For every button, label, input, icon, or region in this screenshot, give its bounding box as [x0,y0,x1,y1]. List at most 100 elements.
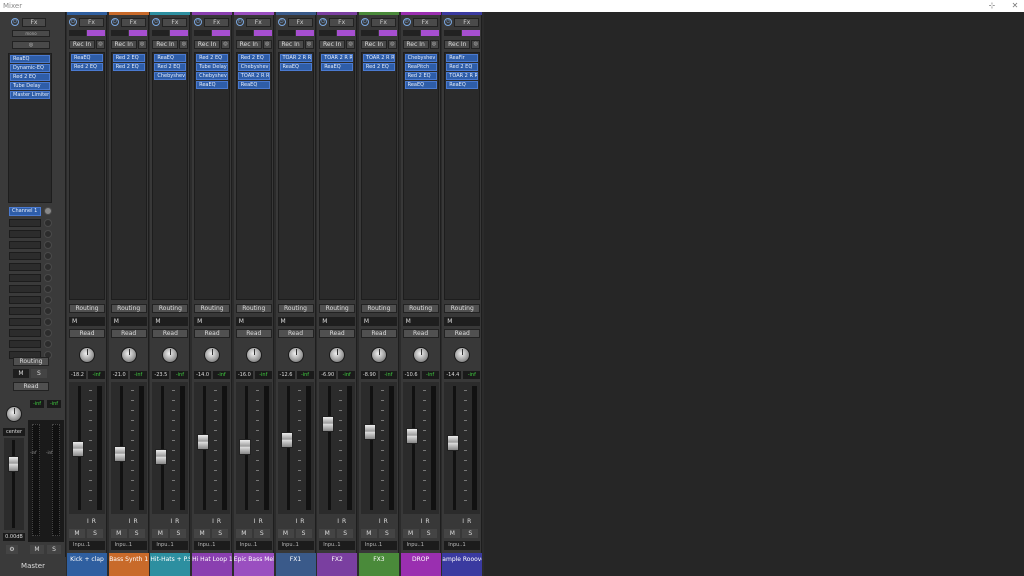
master-solo-button-bottom[interactable]: S [47,545,61,554]
rec-in-button[interactable]: Rec In [194,40,221,49]
fx-slot[interactable]: Red 2 EQ [237,54,270,62]
volume-fader-handle[interactable] [280,432,293,448]
monitor-icon[interactable]: ◎ [179,40,189,49]
input-select[interactable]: Inpu..1 [402,541,439,550]
fx-button[interactable]: Fx [329,18,355,27]
rec-in-button[interactable]: Rec In [69,40,95,49]
fx-slot[interactable]: TOAR 2 R R [237,72,270,80]
send-knob-icon[interactable] [44,219,52,227]
master-send-slot[interactable]: Channel 1 [9,207,41,216]
fx-slot[interactable]: Red 2 EQ [446,63,479,71]
ir-toggle[interactable]: IR [254,518,266,525]
record-arm-bar[interactable] [170,30,189,36]
fx-slot[interactable]: TOAR 2 R R [279,54,312,62]
automation-read-button[interactable]: Read [152,329,189,338]
fx-slot[interactable]: ReaEQ [154,54,187,62]
master-send-slot-empty[interactable] [9,263,41,271]
fx-slot[interactable]: ReaEQ [279,63,312,71]
power-icon[interactable]: ⏻ [69,18,77,26]
send-knob-icon[interactable] [44,252,52,260]
monitor-icon[interactable]: ◎ [471,40,481,49]
fx-slot[interactable]: Red 2 EQ [112,63,145,71]
input-slot[interactable] [402,30,420,36]
mute-toggle[interactable]: M [110,317,147,326]
channel-name[interactable]: FX2 [317,553,358,576]
fx-button[interactable]: Fx [245,18,271,27]
fx-button[interactable]: Fx [162,18,188,27]
pin-icon[interactable]: ⊹ [985,0,999,12]
solo-button[interactable]: S [87,529,103,538]
volume-fader-handle[interactable] [322,416,335,432]
automation-read-button[interactable]: Read [235,329,272,338]
pan-knob[interactable] [79,347,95,363]
solo-button[interactable]: S [212,529,229,538]
ir-toggle[interactable]: IR [421,518,433,525]
solo-button[interactable]: S [462,529,479,538]
fx-button[interactable]: Fx [204,18,230,27]
ir-toggle[interactable]: IR [296,518,308,525]
mute-button[interactable]: M [194,529,211,538]
mute-toggle[interactable]: M [402,317,439,326]
master-mute-button-bottom[interactable]: M [30,545,44,554]
channel-name[interactable]: FX3 [358,553,399,576]
pan-knob[interactable] [245,347,262,363]
volume-fader-handle[interactable] [447,435,460,451]
ir-toggle[interactable]: IR [462,518,474,525]
master-send-slot-empty[interactable] [9,318,41,326]
mute-button[interactable]: M [152,529,169,538]
routing-button[interactable]: Routing [277,304,314,313]
fx-slot[interactable]: ReaEQ [404,81,437,89]
mute-button[interactable]: M [69,529,85,538]
stereo-icon[interactable]: ◎ [12,41,50,49]
send-knob-icon[interactable] [44,230,52,238]
fx-slot[interactable]: ReaPitch [404,63,437,71]
monitor-icon[interactable]: ◎ [346,40,356,49]
mute-button[interactable]: M [319,529,336,538]
send-knob-icon[interactable] [44,329,52,337]
input-slot[interactable] [110,30,128,36]
monitor-icon[interactable]: ◎ [387,40,397,49]
routing-button[interactable]: Routing [194,304,231,313]
master-send-slot-empty[interactable] [9,230,41,238]
record-arm-bar[interactable] [420,30,439,36]
record-arm-bar[interactable] [295,30,314,36]
master-fx-item[interactable]: ReaEQ [10,55,50,63]
routing-button[interactable]: Routing [110,304,147,313]
mute-button[interactable]: M [402,529,419,538]
send-knob-icon[interactable] [44,296,52,304]
automation-read-button[interactable]: Read [110,329,147,338]
input-slot[interactable] [444,30,462,36]
volume-fader-handle[interactable] [113,446,126,462]
monitor-icon[interactable]: ◎ [304,40,314,49]
power-icon[interactable]: ⏻ [444,18,453,26]
fx-button[interactable]: Fx [120,18,146,27]
master-send-slot-empty[interactable] [9,274,41,282]
fx-slot[interactable]: TOAR 2 R R [446,72,479,80]
master-mode-button[interactable]: mono [12,30,50,37]
send-knob-icon[interactable] [44,263,52,271]
send-knob-icon[interactable] [44,207,52,215]
master-fx-item[interactable]: Red 2 EQ [10,73,50,81]
power-icon[interactable]: ⏻ [402,18,411,26]
fx-slot[interactable]: TOAR 2 R R [321,54,354,62]
fx-slot[interactable]: ReaEQ [237,81,270,89]
master-send-slot-empty[interactable] [9,241,41,249]
fx-button[interactable]: Fx [287,18,313,27]
monitor-icon[interactable]: ◎ [96,40,105,49]
solo-button[interactable]: S [295,529,312,538]
routing-button[interactable]: Routing [235,304,272,313]
rec-in-button[interactable]: Rec In [235,40,262,49]
master-solo-button[interactable]: S [30,369,47,378]
fx-slot[interactable]: Chebyshev [404,54,437,62]
fx-slot[interactable]: Chebyshev [237,63,270,71]
automation-read-button[interactable]: Read [69,329,105,338]
fx-slot[interactable]: ReaEQ [71,54,103,62]
fx-slot[interactable]: Red 2 EQ [404,72,437,80]
fx-button[interactable]: Fx [79,18,104,27]
master-fx-item[interactable]: Dynamic-EQ [10,64,50,72]
routing-button[interactable]: Routing [152,304,189,313]
master-routing-button[interactable]: Routing [13,357,49,366]
solo-button[interactable]: S [337,529,354,538]
power-icon[interactable]: ⏻ [360,18,369,26]
close-icon[interactable]: ✕ [1008,0,1022,12]
